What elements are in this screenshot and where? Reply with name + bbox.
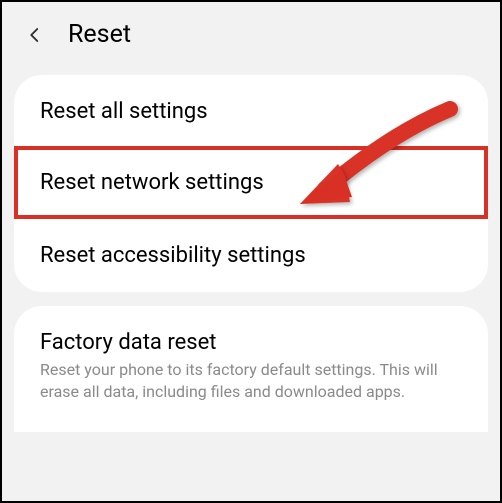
- settings-card: Reset all settings: [14, 75, 488, 146]
- item-description: Reset your phone to its factory default …: [40, 359, 462, 404]
- page-title: Reset: [68, 20, 131, 49]
- reset-accessibility-settings[interactable]: Reset accessibility settings: [14, 219, 488, 292]
- item-label: Reset network settings: [40, 170, 462, 195]
- item-label: Reset accessibility settings: [40, 243, 462, 268]
- highlight-annotation: Reset network settings: [14, 146, 488, 219]
- item-label: Reset all settings: [40, 99, 462, 124]
- reset-network-settings[interactable]: Reset network settings: [18, 150, 484, 215]
- back-icon[interactable]: [26, 26, 44, 44]
- header: Reset: [2, 2, 500, 67]
- settings-card-highlighted: Reset network settings: [18, 150, 484, 215]
- factory-reset-card: Factory data reset Reset your phone to i…: [14, 306, 488, 432]
- item-label: Factory data reset: [40, 330, 462, 355]
- reset-all-settings[interactable]: Reset all settings: [14, 75, 488, 146]
- settings-card: Reset accessibility settings: [14, 219, 488, 292]
- factory-data-reset[interactable]: Factory data reset Reset your phone to i…: [14, 306, 488, 432]
